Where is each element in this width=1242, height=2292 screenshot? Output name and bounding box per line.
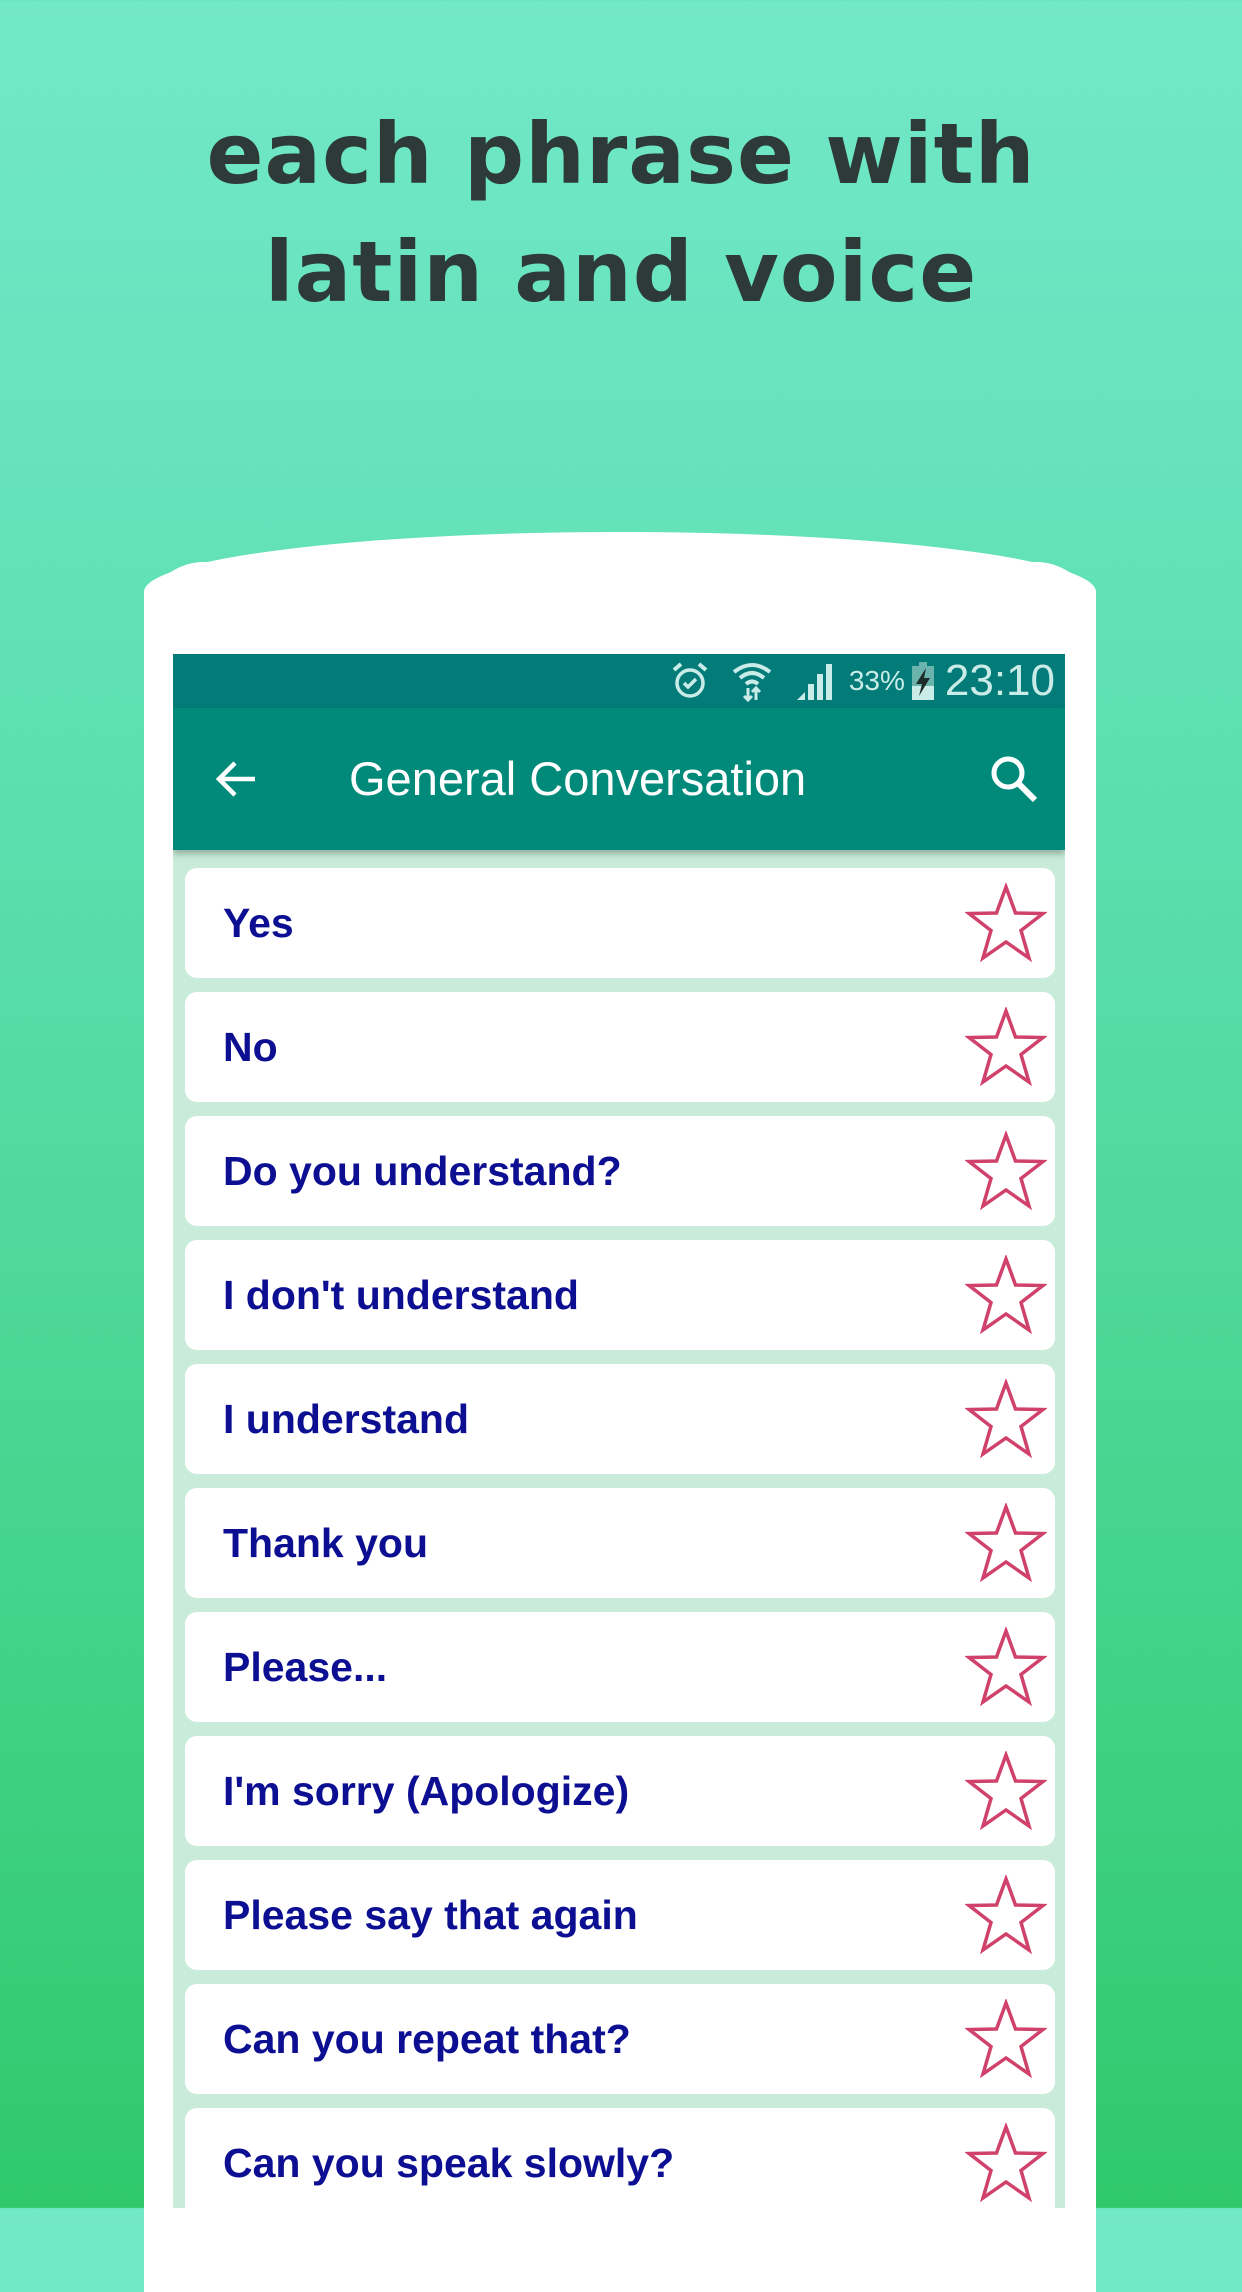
alarm-icon	[671, 661, 709, 701]
star-outline-icon[interactable]	[963, 881, 1049, 963]
phrase-text: Can you speak slowly?	[223, 2140, 675, 2186]
star-outline-icon[interactable]	[963, 1625, 1049, 1707]
phrase-row[interactable]: No	[185, 992, 1055, 1102]
arrow-left-icon[interactable]	[213, 755, 261, 803]
promo-headline-line2: latin and voice	[264, 223, 978, 321]
phrase-row[interactable]: Do you understand?	[185, 1116, 1055, 1226]
phrase-text: Please say that again	[223, 1892, 638, 1938]
search-icon[interactable]	[989, 754, 1039, 804]
phrase-row[interactable]: Can you repeat that?	[185, 1984, 1055, 2094]
phrase-row[interactable]: Please...	[185, 1612, 1055, 1722]
clock: 23:10	[944, 656, 1055, 705]
phrase-row[interactable]: I understand	[185, 1364, 1055, 1474]
phrase-text: Do you understand?	[223, 1148, 622, 1194]
wifi-icon	[731, 661, 773, 702]
phrase-text: I understand	[223, 1396, 470, 1442]
status-bar: 33% 23:10	[173, 654, 1065, 708]
phrase-text: No	[223, 1024, 278, 1070]
battery-charging-icon	[911, 661, 935, 701]
star-outline-icon[interactable]	[963, 1253, 1049, 1335]
phrase-row[interactable]: Please say that again	[185, 1860, 1055, 1970]
phrase-text: I don't understand	[223, 1272, 579, 1318]
phone-screen: 33% 23:10 General Conversation Yes No Do…	[173, 654, 1065, 2208]
phrase-text: Thank you	[223, 1520, 429, 1566]
phrase-row[interactable]: I don't understand	[185, 1240, 1055, 1350]
star-outline-icon[interactable]	[963, 1873, 1049, 1955]
star-outline-icon[interactable]	[963, 1005, 1049, 1087]
phrase-text: Yes	[223, 900, 294, 946]
star-outline-icon[interactable]	[963, 1749, 1049, 1831]
star-outline-icon[interactable]	[963, 1377, 1049, 1459]
promo-headline: each phrase with latin and voice	[0, 95, 1242, 331]
star-outline-icon[interactable]	[963, 1501, 1049, 1583]
phrase-row[interactable]: Yes	[185, 868, 1055, 978]
phrase-row[interactable]: I'm sorry (Apologize)	[185, 1736, 1055, 1846]
star-outline-icon[interactable]	[963, 1129, 1049, 1211]
phrase-text: Can you repeat that?	[223, 2016, 631, 2062]
star-outline-icon[interactable]	[963, 1997, 1049, 2079]
battery-percent: 33%	[848, 665, 905, 696]
phrase-row[interactable]: Thank you	[185, 1488, 1055, 1598]
signal-icon	[795, 661, 835, 701]
app-bar: General Conversation	[173, 708, 1065, 850]
phrase-row[interactable]: Can you speak slowly?	[185, 2108, 1055, 2208]
phrase-list: Yes No Do you understand? I don't unders…	[185, 868, 1055, 2208]
star-outline-icon[interactable]	[963, 2121, 1049, 2203]
promo-headline-line1: each phrase with	[206, 105, 1036, 203]
page-title: General Conversation	[349, 752, 807, 805]
phrase-text: Please...	[223, 1644, 388, 1690]
phrase-text: I'm sorry (Apologize)	[223, 1768, 630, 1814]
